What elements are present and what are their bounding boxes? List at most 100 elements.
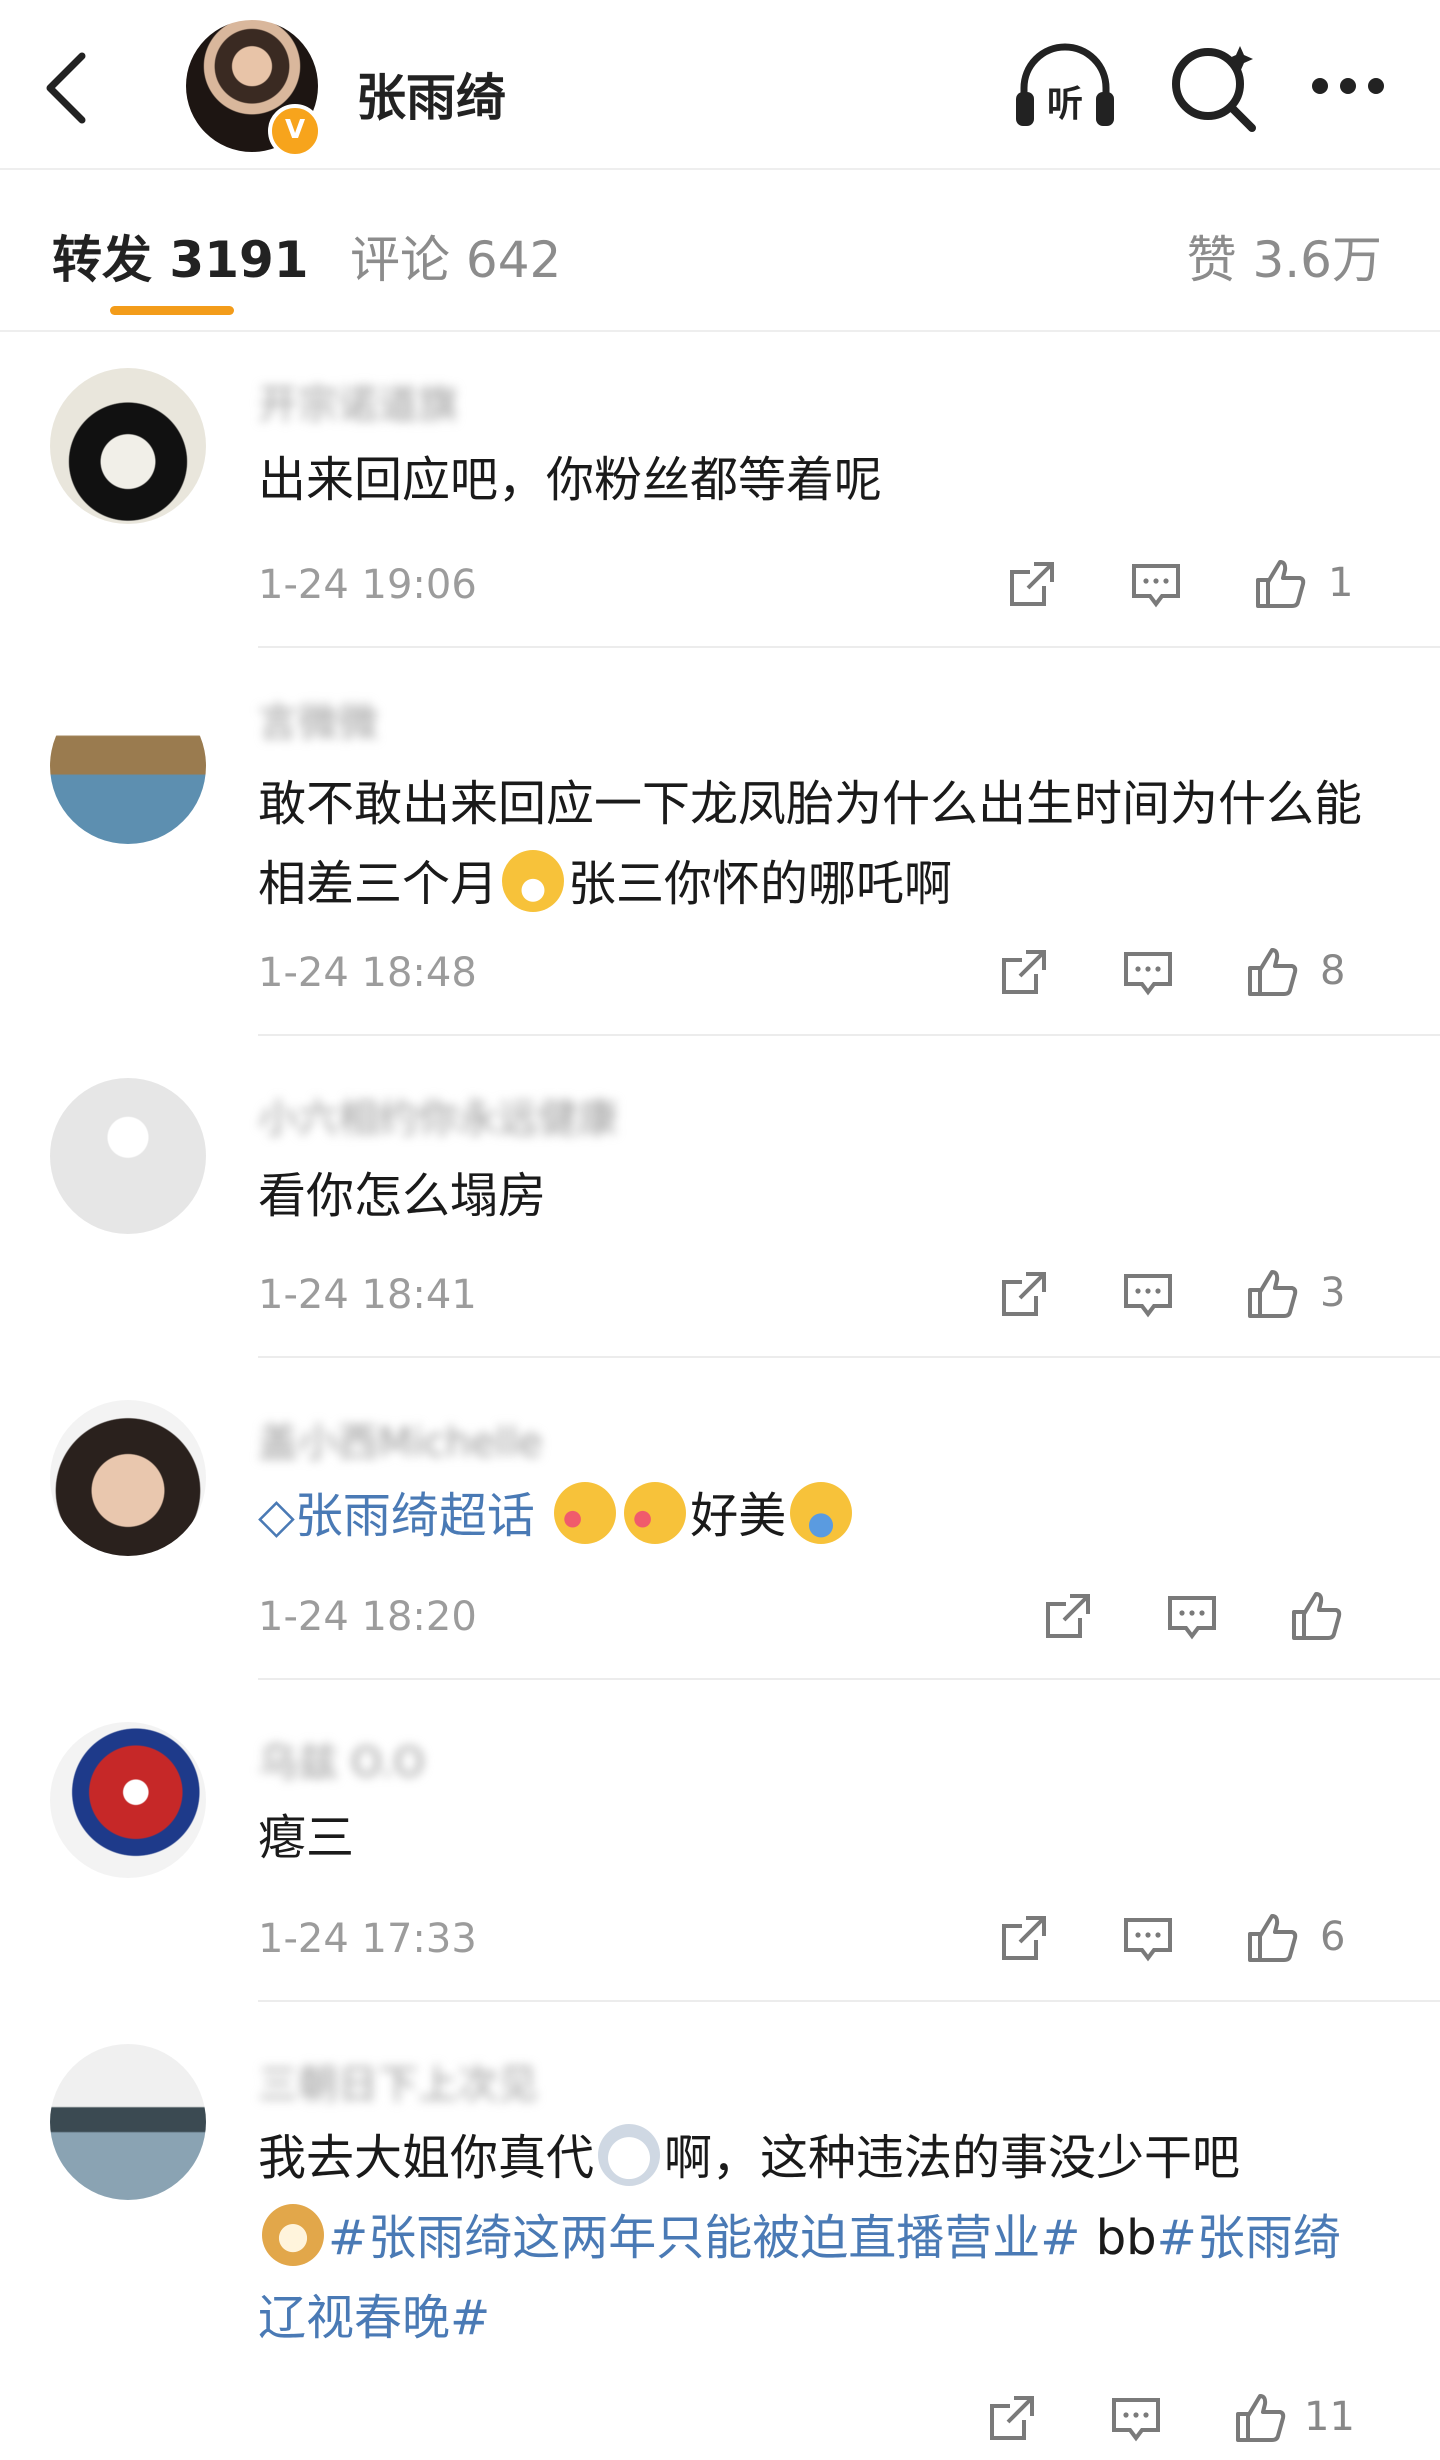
- avatar[interactable]: [50, 1400, 206, 1556]
- share-button[interactable]: [1040, 1588, 1100, 1648]
- search-button[interactable]: [1160, 36, 1270, 136]
- comment-text: 出来回应吧，你粉丝都等着呢: [258, 452, 883, 508]
- comment-icon: [1112, 2398, 1160, 2442]
- divider: [258, 1034, 1440, 1036]
- avatar[interactable]: [50, 368, 206, 524]
- comment-actions: 6: [1002, 1910, 1384, 1970]
- thumbs-up-icon: [1248, 1270, 1298, 1318]
- divider: [258, 646, 1440, 648]
- like-button[interactable]: [1252, 556, 1312, 616]
- comment-button[interactable]: [1128, 556, 1188, 616]
- back-button[interactable]: [38, 48, 98, 128]
- thumbs-up-icon: [1292, 1592, 1342, 1640]
- comment-time: 1-24 18:41: [258, 1272, 477, 1318]
- comment-text-part: 好美: [690, 1488, 787, 1544]
- comment-text-part: 啊，这种违法的事没少干吧: [664, 2130, 1241, 2186]
- username-redacted[interactable]: 三朝日下上次见: [258, 2052, 538, 2110]
- super-topic-label: 张雨绮超话: [294, 1488, 535, 1544]
- verified-badge: V: [268, 104, 322, 158]
- avatar[interactable]: [50, 1722, 206, 1878]
- share-button[interactable]: [1004, 556, 1064, 616]
- thumbs-up-icon: [1256, 560, 1306, 608]
- like-count: 3: [1320, 1270, 1346, 1316]
- comment-text: 我去大姐你真代 啊，这种违法的事没少干吧 #张雨绮这两年只能被迫直播营业# bb#张…: [258, 2118, 1378, 2358]
- thumbs-up-icon: [1248, 948, 1298, 996]
- thumbs-up-icon: [1248, 1914, 1298, 1962]
- listen-headphones-icon: 听: [1016, 43, 1114, 126]
- tab-active-indicator: [110, 306, 234, 315]
- cloud-emoji: [598, 2124, 661, 2186]
- like-button[interactable]: [1244, 1266, 1304, 1326]
- like-count: 11: [1304, 2394, 1355, 2440]
- more-button[interactable]: [1300, 36, 1410, 136]
- comment-time: 1-24 18:48: [258, 950, 477, 996]
- username-redacted[interactable]: 乌兹 O.O: [258, 1730, 425, 1788]
- search-icon: [1172, 46, 1256, 132]
- share-icon: [1002, 950, 1046, 994]
- username-redacted[interactable]: 言微微: [258, 690, 378, 748]
- more-dots-icon: [1312, 78, 1384, 94]
- thumbs-up-icon: [1236, 2394, 1286, 2442]
- tab-comments[interactable]: 评论 642: [350, 220, 561, 292]
- like-count: 8: [1320, 948, 1346, 994]
- share-icon: [1002, 1272, 1046, 1316]
- tab-likes[interactable]: 赞 3.6万: [1187, 220, 1382, 292]
- comment-icon: [1132, 564, 1180, 608]
- tab-repost[interactable]: 转发 3191: [52, 220, 309, 292]
- hashtag-link[interactable]: #张雨绮这两年只能被迫直播营业#: [328, 2210, 1080, 2266]
- comment-text: ◇张雨绮超话 好美: [258, 1476, 1378, 1556]
- comment-button[interactable]: [1120, 944, 1180, 1004]
- back-chevron-icon: [46, 52, 86, 124]
- like-button[interactable]: [1232, 2390, 1292, 2450]
- share-button[interactable]: [996, 1266, 1056, 1326]
- comment-actions: 11: [990, 2390, 1384, 2450]
- like-button[interactable]: [1244, 1910, 1304, 1970]
- avatar[interactable]: [50, 688, 206, 844]
- share-button[interactable]: [984, 2390, 1044, 2450]
- top-bar: V 张雨绮 听: [0, 0, 1440, 170]
- username-redacted[interactable]: 盖小西Michelle: [258, 1410, 542, 1468]
- comment-button[interactable]: [1120, 1910, 1180, 1970]
- comment-actions: 1: [1004, 556, 1384, 616]
- comment-time: 1-24 18:20: [258, 1594, 477, 1640]
- like-button[interactable]: [1244, 944, 1304, 1004]
- comment-actions: 8: [1002, 944, 1384, 1004]
- comment-text: 瘪三: [258, 1810, 355, 1866]
- comment-button[interactable]: [1108, 2390, 1168, 2450]
- share-button[interactable]: [996, 1910, 1056, 1970]
- comment-time: 1-24 17:33: [258, 1916, 477, 1962]
- username-redacted[interactable]: 小六相约你永远健康: [258, 1086, 618, 1144]
- grinning-face-emoji: [502, 850, 565, 912]
- avatar[interactable]: [50, 2044, 206, 2200]
- comment-text: 敢不敢出来回应一下龙凤胎为什么出生时间为什么能相差三个月 张三你怀的哪吒啊: [258, 764, 1378, 924]
- divider: [258, 1356, 1440, 1358]
- comment-actions: [1004, 1588, 1384, 1648]
- avatar[interactable]: [50, 1078, 206, 1234]
- comment-text-part: 张三你怀的哪吒啊: [568, 856, 953, 912]
- share-icon: [1002, 1916, 1046, 1960]
- comment-button[interactable]: [1164, 1588, 1224, 1648]
- divider: [258, 2000, 1440, 2002]
- comment-actions: 3: [1002, 1266, 1384, 1326]
- comment-button[interactable]: [1120, 1266, 1180, 1326]
- comment-icon: [1124, 1274, 1172, 1318]
- listen-label: 听: [1047, 84, 1083, 125]
- super-topic-link[interactable]: ◇张雨绮超话: [258, 1488, 535, 1544]
- share-icon: [1046, 1594, 1090, 1638]
- comment-time: 1-24 19:06: [258, 562, 477, 608]
- page-title: 张雨绮: [356, 69, 506, 127]
- comment-icon: [1124, 1918, 1172, 1962]
- hugging-face-emoji: [790, 1482, 853, 1544]
- like-count: 1: [1328, 560, 1354, 606]
- comment-text: 看你怎么塌房: [258, 1168, 547, 1224]
- comment-icon: [1168, 1596, 1216, 1640]
- kissing-heart-emoji: [624, 1482, 687, 1544]
- doge-emoji: [262, 2204, 324, 2266]
- comment-text-part: 我去大姐你真代: [258, 2130, 595, 2186]
- username-redacted[interactable]: 开宗诺道旗: [258, 372, 458, 430]
- like-count: 6: [1320, 1914, 1346, 1960]
- kissing-heart-emoji: [554, 1482, 617, 1544]
- like-button[interactable]: [1288, 1588, 1348, 1648]
- share-button[interactable]: [996, 944, 1056, 1004]
- listen-button[interactable]: 听: [1010, 36, 1120, 136]
